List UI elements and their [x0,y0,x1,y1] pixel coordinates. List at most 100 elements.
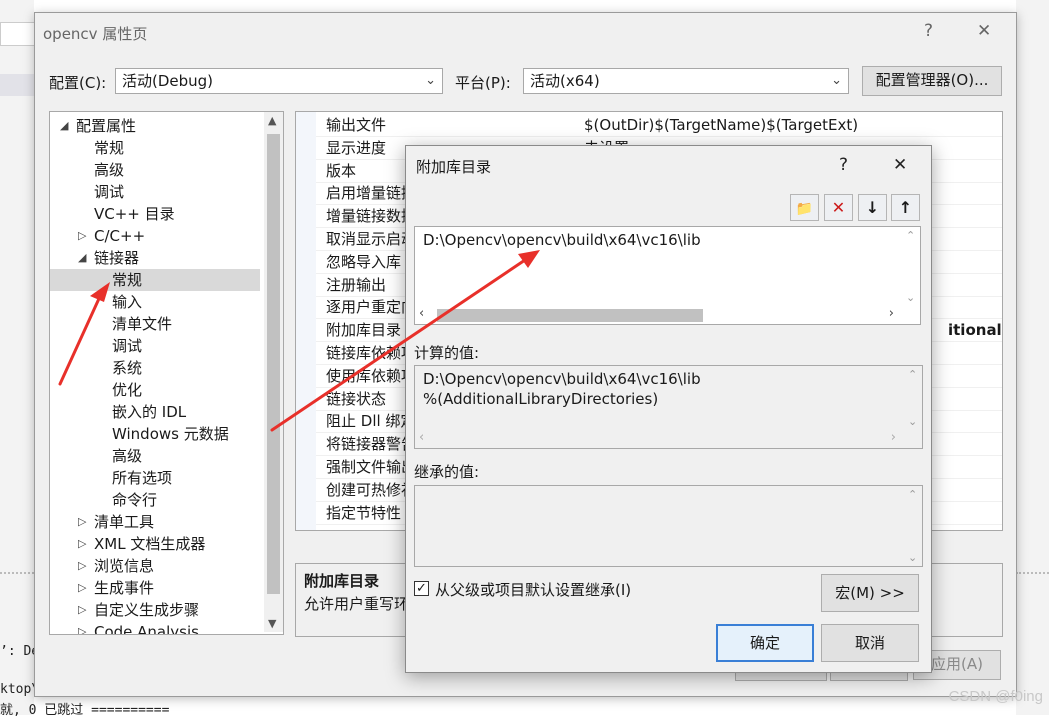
config-value: 活动(Debug) [122,72,214,90]
platform-value: 活动(x64) [530,72,600,90]
expand-icon[interactable]: ▷ [78,533,86,555]
computed-line: %(AdditionalLibraryDirectories) [423,390,659,408]
move-up-button[interactable]: ↑ [891,194,920,221]
tree-scrollbar[interactable]: ▲ ▼ [264,112,283,632]
expand-icon[interactable]: ▷ [78,577,86,599]
new-folder-button[interactable]: 📁 [790,194,819,221]
tree-item-label: 常规 [112,271,143,289]
collapse-icon[interactable]: ◢ [78,247,86,269]
help-button[interactable]: ? [924,21,933,41]
scroll-up-icon[interactable]: ⌃ [908,488,917,501]
property-row[interactable]: 输出文件 $(OutDir)$(TargetName)$(TargetExt) [316,114,1002,137]
dialog-help-button[interactable]: ? [839,155,848,175]
tree-item[interactable]: ▷ C/C++ [50,225,260,247]
property-name: 附加库目录 [326,321,402,340]
inherited-vscrollbar[interactable]: ⌃ ⌄ [904,486,922,566]
tree-item[interactable]: 调试 [50,181,260,203]
scroll-left-icon[interactable]: ‹ [419,306,424,321]
platform-select[interactable]: 活动(x64) ⌄ [523,68,849,94]
property-name: 逐用户重定向 [326,298,417,317]
property-tree[interactable]: ◢ 配置属性 常规 高级 调试 VC++ 目录 ▷ C/C++ ◢ 链接器 常规 输入 清单文件 调试 系统… [49,111,284,635]
scroll-up-icon[interactable]: ▲ [268,114,276,127]
property-name: 版本 [326,161,357,180]
tree-item-label: 浏览信息 [94,557,155,575]
delete-button[interactable]: ✕ [824,194,853,221]
collapse-icon[interactable]: ◢ [60,115,68,137]
tree-item[interactable]: ▷ XML 文档生成器 [50,533,260,555]
background-field [0,22,36,46]
tree-item[interactable]: 嵌入的 IDL [50,401,260,423]
scroll-up-icon[interactable]: ⌃ [908,368,917,381]
tree-item-label: 调试 [94,183,125,201]
config-manager-button[interactable]: 配置管理器(O)... [862,66,1002,96]
close-button[interactable]: ✕ [977,21,991,41]
tree-item[interactable]: VC++ 目录 [50,203,260,225]
tree-item-label: VC++ 目录 [94,205,175,223]
tree-item[interactable]: 输入 [50,291,260,313]
console-line: 就, 0 已跳过 ========== [0,703,170,718]
tree-item[interactable]: ▷ Code Analysis [50,621,260,634]
tree-item-label: 链接器 [94,249,140,267]
scroll-right-icon[interactable]: › [889,306,894,321]
tree-item[interactable]: 高级 [50,159,260,181]
expand-icon[interactable]: ▷ [78,621,86,634]
delete-icon: ✕ [831,198,846,217]
tree-item-label: 所有选项 [112,469,173,487]
list-hscrollbar[interactable]: ‹ › [415,306,902,324]
scroll-down-icon[interactable]: ⌄ [908,551,917,564]
property-name: 阻止 Dll 绑定 [326,412,416,431]
expand-icon[interactable]: ▷ [78,511,86,533]
expand-icon[interactable]: ▷ [78,225,86,247]
tree-item[interactable]: 优化 [50,379,260,401]
scroll-down-icon[interactable]: ⌄ [908,415,917,428]
expand-icon[interactable]: ▷ [78,599,86,621]
tree-item[interactable]: 常规 [50,269,260,291]
tree-item[interactable]: ▷ 生成事件 [50,577,260,599]
tree-item-label: 配置属性 [76,117,137,135]
tree-item[interactable]: 系统 [50,357,260,379]
scroll-right-icon[interactable]: › [891,430,896,445]
tree-item[interactable]: ◢ 链接器 [50,247,260,269]
tree-item[interactable]: ◢ 配置属性 [50,115,260,137]
scroll-down-icon[interactable]: ⌄ [906,291,915,304]
description-text: 允许用户重写环 [304,595,410,613]
scroll-left-icon[interactable]: ‹ [419,430,424,445]
cancel-button[interactable]: 取消 [821,624,919,662]
tree-item-label: 高级 [94,161,125,179]
tree-item-label: 清单工具 [94,513,155,531]
watermark: CSDN @f0ing [948,688,1043,705]
tree-item-label: 高级 [112,447,143,465]
hscroll-thumb[interactable] [437,309,703,322]
dialog-title: 附加库目录 [416,158,492,176]
tree-item[interactable]: 命令行 [50,489,260,511]
tree-item[interactable]: ▷ 浏览信息 [50,555,260,577]
directory-list[interactable]: D:\Opencv\opencv\build\x64\vc16\lib ⌃ ⌄ … [414,226,921,325]
tree-item[interactable]: Windows 元数据 [50,423,260,445]
move-down-button[interactable]: ↓ [858,194,887,221]
tree-item[interactable]: ▷ 清单工具 [50,511,260,533]
expand-icon[interactable]: ▷ [78,555,86,577]
tree-item[interactable]: 所有选项 [50,467,260,489]
computed-vscrollbar[interactable]: ⌃ ⌄ [904,366,922,430]
config-select[interactable]: 活动(Debug) ⌄ [115,68,443,94]
tree-item[interactable]: 高级 [50,445,260,467]
scroll-down-icon[interactable]: ▼ [268,617,276,630]
list-vscrollbar[interactable]: ⌃ ⌄ [902,227,920,306]
macro-button[interactable]: 宏(M) >> [821,574,919,612]
arrow-down-icon: ↓ [865,198,880,217]
property-name: 注册输出 [326,275,387,294]
tree-item[interactable]: ▷ 自定义生成步骤 [50,599,260,621]
inherit-checkbox-label[interactable]: 从父级或项目默认设置继承(I) [435,579,631,600]
tree-item[interactable]: 清单文件 [50,313,260,335]
tree-item[interactable]: 调试 [50,335,260,357]
computed-hscrollbar[interactable]: ‹ › [415,430,904,448]
property-value: $(OutDir)$(TargetName)$(TargetExt) [584,116,859,134]
inherit-checkbox[interactable]: ✓ [414,581,429,596]
directory-entry[interactable]: D:\Opencv\opencv\build\x64\vc16\lib [423,230,701,250]
tree-item[interactable]: 常规 [50,137,260,159]
additional-library-dirs-dialog: 附加库目录 ? ✕ 📁 ✕ ↓ ↑ D:\Opencv\opencv\build… [405,145,932,673]
scroll-up-icon[interactable]: ⌃ [906,229,915,242]
dialog-close-button[interactable]: ✕ [893,155,907,175]
scroll-thumb[interactable] [267,134,280,594]
ok-button[interactable]: 确定 [716,624,814,662]
